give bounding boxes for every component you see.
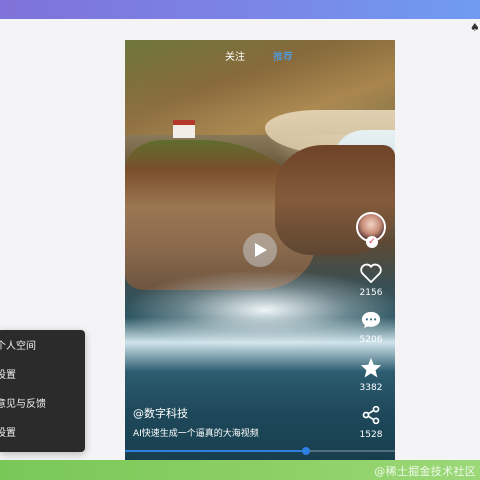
menu-item-feedback[interactable]: 意见与反馈 bbox=[0, 391, 85, 419]
comment-count: 5206 bbox=[359, 335, 383, 345]
video-player[interactable]: 关注 推荐 ✓ 2156 5206 3382 1528 @数字科技 AI快速生成… bbox=[125, 40, 395, 460]
share-count: 1528 bbox=[359, 430, 383, 440]
context-menu: 个人空间 设置 意见与反馈 设置 bbox=[0, 330, 85, 452]
favorite-count: 3382 bbox=[359, 383, 383, 393]
share-button[interactable]: 1528 bbox=[353, 405, 389, 440]
menu-item-personal-space[interactable]: 个人空间 bbox=[0, 333, 85, 361]
video-scene-house bbox=[173, 120, 195, 138]
like-count: 2156 bbox=[359, 288, 383, 298]
pin-icon[interactable]: ♠ bbox=[470, 22, 480, 34]
progress-fill bbox=[125, 450, 306, 452]
tab-recommend[interactable]: 推荐 bbox=[273, 48, 293, 63]
progress-knob[interactable] bbox=[301, 447, 310, 455]
progress-bar[interactable] bbox=[125, 447, 395, 455]
video-description: AI快速生成一个逼真的大海视频 bbox=[133, 429, 259, 439]
watermark: @稀土掘金技术社区 bbox=[374, 465, 476, 478]
play-button[interactable] bbox=[243, 233, 277, 267]
favorite-button[interactable]: 3382 bbox=[353, 357, 389, 393]
menu-item-settings[interactable]: 设置 bbox=[0, 362, 85, 390]
star-icon bbox=[360, 357, 382, 378]
like-button[interactable]: 2156 bbox=[353, 263, 389, 298]
follow-plus-icon[interactable]: ✓ bbox=[366, 236, 378, 248]
author-name[interactable]: @数字科技 bbox=[133, 405, 188, 421]
play-icon bbox=[255, 243, 267, 257]
window-top-band bbox=[0, 0, 480, 19]
tab-follow[interactable]: 关注 bbox=[225, 48, 245, 63]
heart-icon bbox=[360, 263, 382, 284]
share-icon bbox=[362, 405, 380, 425]
comment-button[interactable]: 5206 bbox=[353, 310, 389, 345]
menu-item-settings-2[interactable]: 设置 bbox=[0, 420, 85, 448]
comment-icon bbox=[361, 311, 381, 329]
